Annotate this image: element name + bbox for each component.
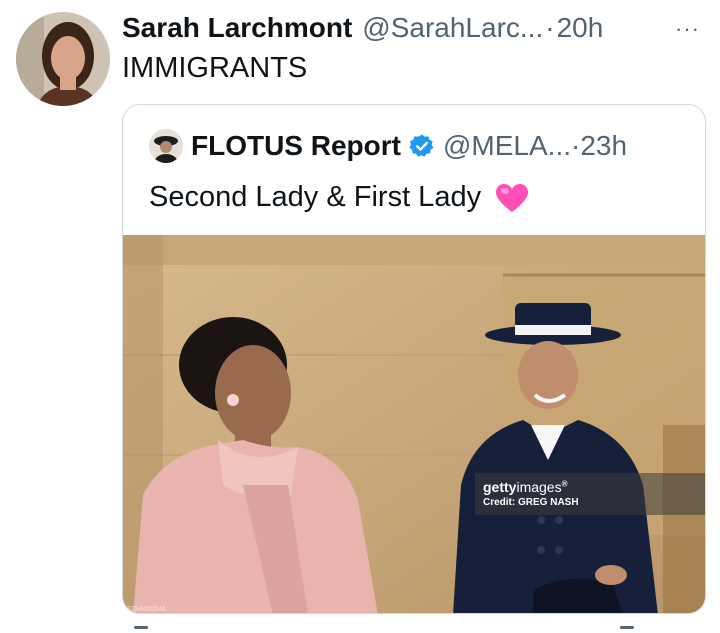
getty-logo-bold: getty: [483, 479, 517, 495]
tweet-actions-bar: [122, 626, 720, 633]
photo-credit: Credit: GREG NASH: [483, 497, 579, 508]
separator-dot: ·: [571, 130, 581, 161]
quoted-author-avatar[interactable]: [149, 129, 183, 163]
author-handle[interactable]: @SarahLarc...: [362, 12, 543, 44]
tweet-text: IMMIGRANTS: [122, 52, 308, 84]
quoted-tweet-text: Second Lady & First Lady: [149, 181, 482, 213]
quoted-tweet-header: FLOTUS Report @MELA... · 23h: [149, 129, 627, 163]
verified-badge-icon: [409, 134, 434, 157]
getty-registered-mark: ®: [561, 479, 568, 489]
quoted-author-name[interactable]: FLOTUS Report: [191, 130, 401, 162]
getty-logo: gettyimages®: [483, 479, 699, 495]
tweet-header: Sarah Larchmont @SarahLarc... · 20h ···: [122, 8, 700, 48]
tweet-photo[interactable]: gettyimages® Credit: GREG NASH 219442054…: [123, 235, 705, 613]
quoted-tweet-timestamp[interactable]: 23h: [580, 130, 627, 162]
photo-id: 2194420546: [127, 606, 166, 613]
getty-logo-regular: images: [516, 479, 562, 495]
pink-heart-icon: [496, 184, 529, 213]
more-options-icon[interactable]: ···: [675, 16, 700, 42]
quoted-tweet-text-row: Second Lady & First Lady: [149, 181, 529, 214]
separator-dot: ·: [545, 12, 555, 43]
quoted-author-handle[interactable]: @MELA...: [443, 130, 571, 162]
share-icon[interactable]: [620, 626, 634, 629]
author-avatar[interactable]: [16, 12, 110, 106]
getty-watermark: gettyimages® Credit: GREG NASH: [475, 473, 705, 515]
quoted-tweet[interactable]: FLOTUS Report @MELA... · 23h Second Lady…: [122, 104, 706, 614]
tweet-timestamp[interactable]: 20h: [557, 12, 604, 44]
reply-icon[interactable]: [134, 626, 148, 629]
author-name[interactable]: Sarah Larchmont: [122, 12, 352, 44]
